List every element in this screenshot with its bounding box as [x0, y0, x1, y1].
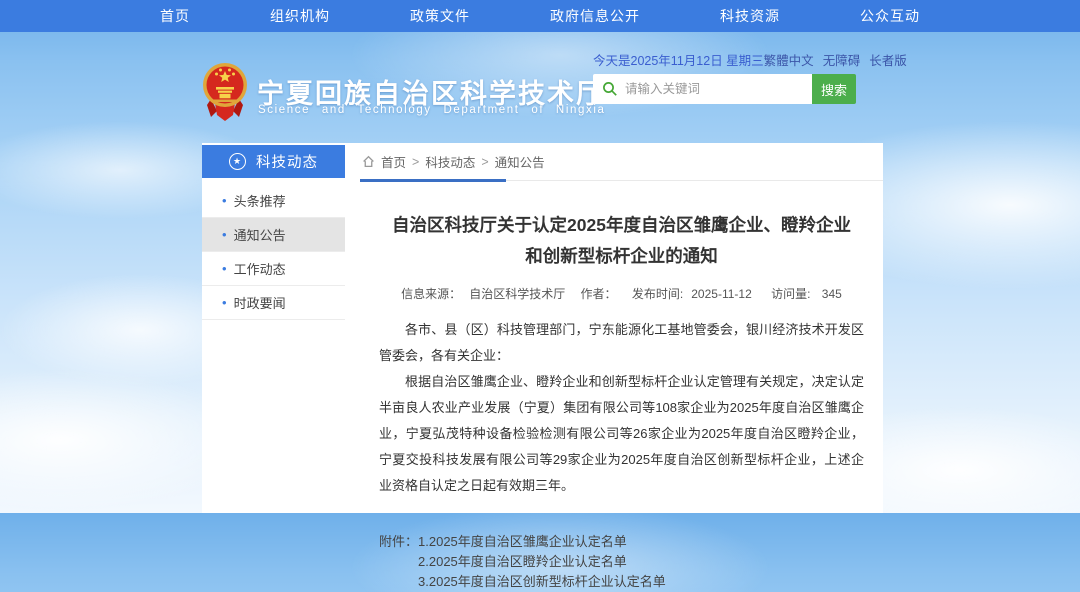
- sidebar-item-current-affairs[interactable]: • 时政要闻: [202, 286, 345, 320]
- breadcrumb-notices[interactable]: 通知公告: [495, 152, 545, 171]
- top-navigation: 首页 组织机构 政策文件 政府信息公开 科技资源 公众互动: [0, 0, 1080, 32]
- breadcrumb-separator: >: [412, 155, 419, 169]
- article: 自治区科技厅关于认定2025年度自治区雏鹰企业、瞪羚企业 和创新型标杆企业的通知…: [360, 210, 883, 592]
- search-button[interactable]: 搜索: [812, 74, 856, 104]
- nav-item-gov-info[interactable]: 政府信息公开: [550, 6, 640, 26]
- article-body: 各市、县（区）科技管理部门，宁东能源化工基地管委会，银川经济技术开发区管委会，各…: [379, 317, 864, 499]
- sidebar-menu: • 头条推荐 • 通知公告 • 工作动态 • 时政要闻: [202, 178, 345, 320]
- meta-publish-date: 发布时间:2025-11-12: [628, 287, 756, 301]
- nav-item-home[interactable]: 首页: [160, 6, 190, 26]
- nav-item-interaction[interactable]: 公众互动: [860, 6, 920, 26]
- sidebar-item-notices[interactable]: • 通知公告: [202, 218, 345, 252]
- quick-links: 繁體中文 无障碍 长者版: [764, 50, 907, 69]
- sidebar-title: 科技动态: [256, 151, 318, 172]
- bullet-dot-icon: •: [222, 295, 227, 310]
- link-elder-version[interactable]: 长者版: [869, 50, 907, 69]
- search-icon: [602, 81, 618, 97]
- attachments-block: 附件： 1.2025年度自治区雏鹰企业认定名单 2.2025年度自治区瞪羚企业认…: [379, 532, 864, 592]
- article-title: 自治区科技厅关于认定2025年度自治区雏鹰企业、瞪羚企业 和创新型标杆企业的通知: [379, 210, 864, 272]
- sidebar-item-headlines[interactable]: • 头条推荐: [202, 184, 345, 218]
- attachments-label: 附件：: [379, 532, 418, 592]
- attachment-link-3[interactable]: 3.2025年度自治区创新型标杆企业认定名单: [418, 572, 666, 592]
- national-emblem-logo: [201, 59, 249, 125]
- breadcrumb-tech-news[interactable]: 科技动态: [425, 152, 475, 171]
- circled-star-icon: ★: [229, 153, 246, 170]
- bullet-dot-icon: •: [222, 261, 227, 276]
- site-subtitle: Science and Technology Department of Nin…: [258, 104, 605, 116]
- breadcrumb: 首页 > 科技动态 > 通知公告: [360, 143, 883, 181]
- nav-item-organization[interactable]: 组织机构: [270, 6, 330, 26]
- link-traditional-chinese[interactable]: 繁體中文: [764, 50, 814, 69]
- breadcrumb-home[interactable]: 首页: [381, 152, 406, 171]
- breadcrumb-separator: >: [481, 155, 488, 169]
- current-date: 今天是2025年11月12日 星期三: [593, 50, 764, 69]
- meta-source: 信息来源：自治区科学技术厅: [397, 287, 569, 301]
- sidebar-item-label: 通知公告: [234, 225, 286, 244]
- link-accessibility[interactable]: 无障碍: [823, 50, 861, 69]
- header-utility-bar: 今天是2025年11月12日 星期三 繁體中文 无障碍 长者版: [593, 51, 875, 67]
- attachment-link-1[interactable]: 1.2025年度自治区雏鹰企业认定名单: [418, 532, 666, 552]
- page: { "colors": { "nav_blue": "#3b7ce0", "se…: [0, 0, 1080, 513]
- sidebar-item-label: 工作动态: [234, 259, 286, 278]
- article-title-line1: 自治区科技厅关于认定2025年度自治区雏鹰企业、瞪羚企业: [379, 210, 864, 241]
- attachments-list: 1.2025年度自治区雏鹰企业认定名单 2.2025年度自治区瞪羚企业认定名单 …: [418, 532, 666, 592]
- main-panel: ★ 科技动态 • 头条推荐 • 通知公告 • 工作动态 • 时政要闻: [202, 143, 883, 513]
- nav-item-policy[interactable]: 政策文件: [410, 6, 470, 26]
- article-meta: 信息来源：自治区科学技术厅 作者： 发布时间:2025-11-12 访问量: 3…: [379, 285, 864, 302]
- sidebar-header: ★ 科技动态: [202, 145, 345, 178]
- sidebar-item-label: 时政要闻: [234, 293, 286, 312]
- attachment-link-2[interactable]: 2.2025年度自治区瞪羚企业认定名单: [418, 552, 666, 572]
- nav-item-resources[interactable]: 科技资源: [720, 6, 780, 26]
- search-bar: 搜索: [593, 74, 856, 104]
- meta-author: 作者：: [581, 287, 617, 301]
- meta-views: 访问量: 345: [767, 287, 846, 301]
- paragraph: 各市、县（区）科技管理部门，宁东能源化工基地管委会，银川经济技术开发区管委会，各…: [379, 317, 864, 369]
- content-area: 首页 > 科技动态 > 通知公告 自治区科技厅关于认定2025年度自治区雏鹰企业…: [360, 143, 883, 592]
- bullet-dot-icon: •: [222, 227, 227, 242]
- paragraph: 根据自治区雏鹰企业、瞪羚企业和创新型标杆企业认定管理有关规定，决定认定半亩良人农…: [379, 369, 864, 499]
- bullet-dot-icon: •: [222, 193, 227, 208]
- sidebar-item-work-updates[interactable]: • 工作动态: [202, 252, 345, 286]
- search-input[interactable]: [593, 74, 812, 104]
- home-icon: [362, 155, 375, 168]
- sidebar: ★ 科技动态 • 头条推荐 • 通知公告 • 工作动态 • 时政要闻: [202, 145, 345, 320]
- article-title-line2: 和创新型标杆企业的通知: [379, 241, 864, 272]
- sidebar-item-label: 头条推荐: [234, 191, 286, 210]
